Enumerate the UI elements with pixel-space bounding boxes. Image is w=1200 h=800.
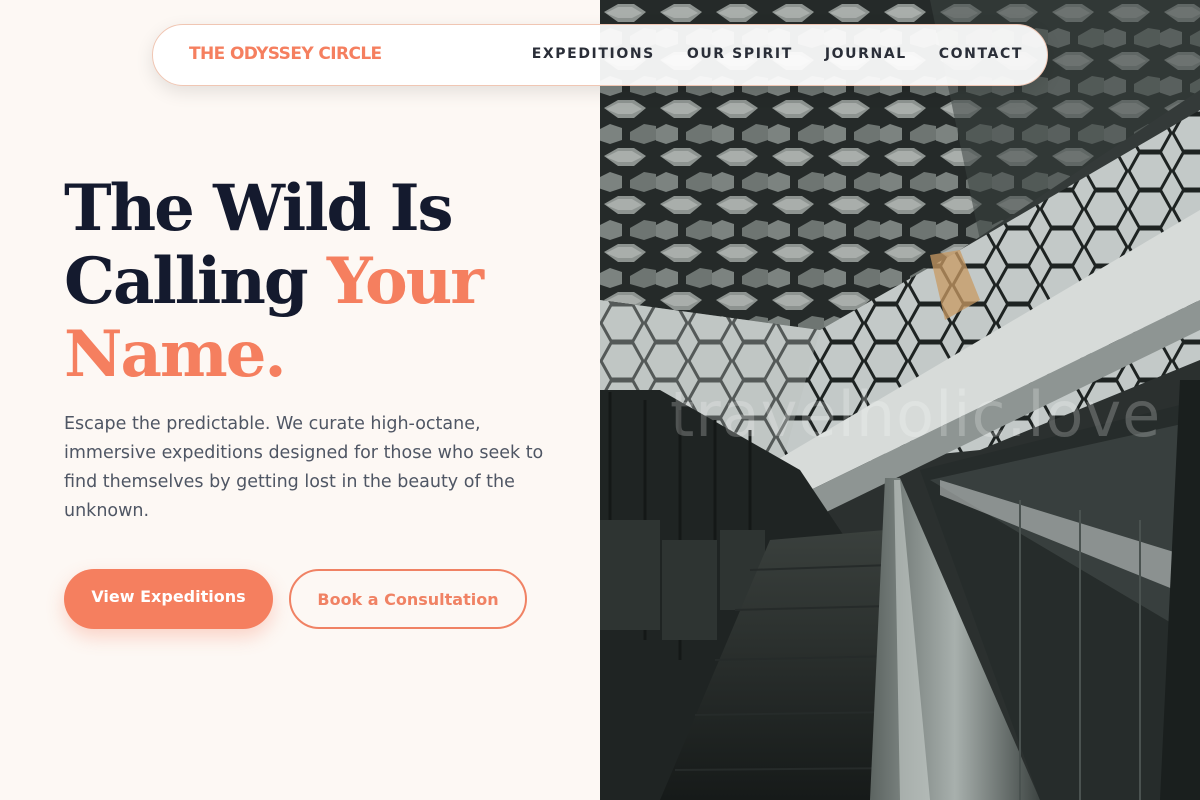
hero-title-line-2: Calling Your	[64, 245, 584, 318]
hero-photo: travelholic.love	[600, 0, 1200, 800]
view-expeditions-button[interactable]: View Expeditions	[64, 569, 273, 629]
hero-left-panel: The Wild Is Calling Your Name. Escape th…	[0, 0, 600, 800]
brand-logo[interactable]: THE ODYSSEY CIRCLE	[189, 44, 382, 64]
nav-links: EXPEDITIONS OUR SPIRIT JOURNAL CONTACT	[532, 46, 1023, 62]
hero-description: Escape the predictable. We curate high-o…	[64, 414, 544, 521]
book-consultation-button[interactable]: Book a Consultation	[289, 569, 527, 629]
hero-title-calling: Calling	[64, 244, 327, 319]
nav-link-expeditions[interactable]: EXPEDITIONS	[532, 46, 655, 62]
hero-title-your: Your	[326, 244, 484, 319]
nav-link-our-spirit[interactable]: OUR SPIRIT	[687, 46, 793, 62]
hero-title: The Wild Is Calling Your Name.	[64, 172, 584, 391]
hero-title-line-3: Name.	[64, 317, 287, 392]
nav-link-journal[interactable]: JOURNAL	[825, 46, 907, 62]
hero-title-line-1: The Wild Is	[64, 171, 454, 246]
image-watermark: travelholic.love	[670, 378, 1162, 451]
nav-link-contact[interactable]: CONTACT	[939, 46, 1023, 62]
top-navbar: THE ODYSSEY CIRCLE EXPEDITIONS OUR SPIRI…	[152, 24, 1048, 86]
